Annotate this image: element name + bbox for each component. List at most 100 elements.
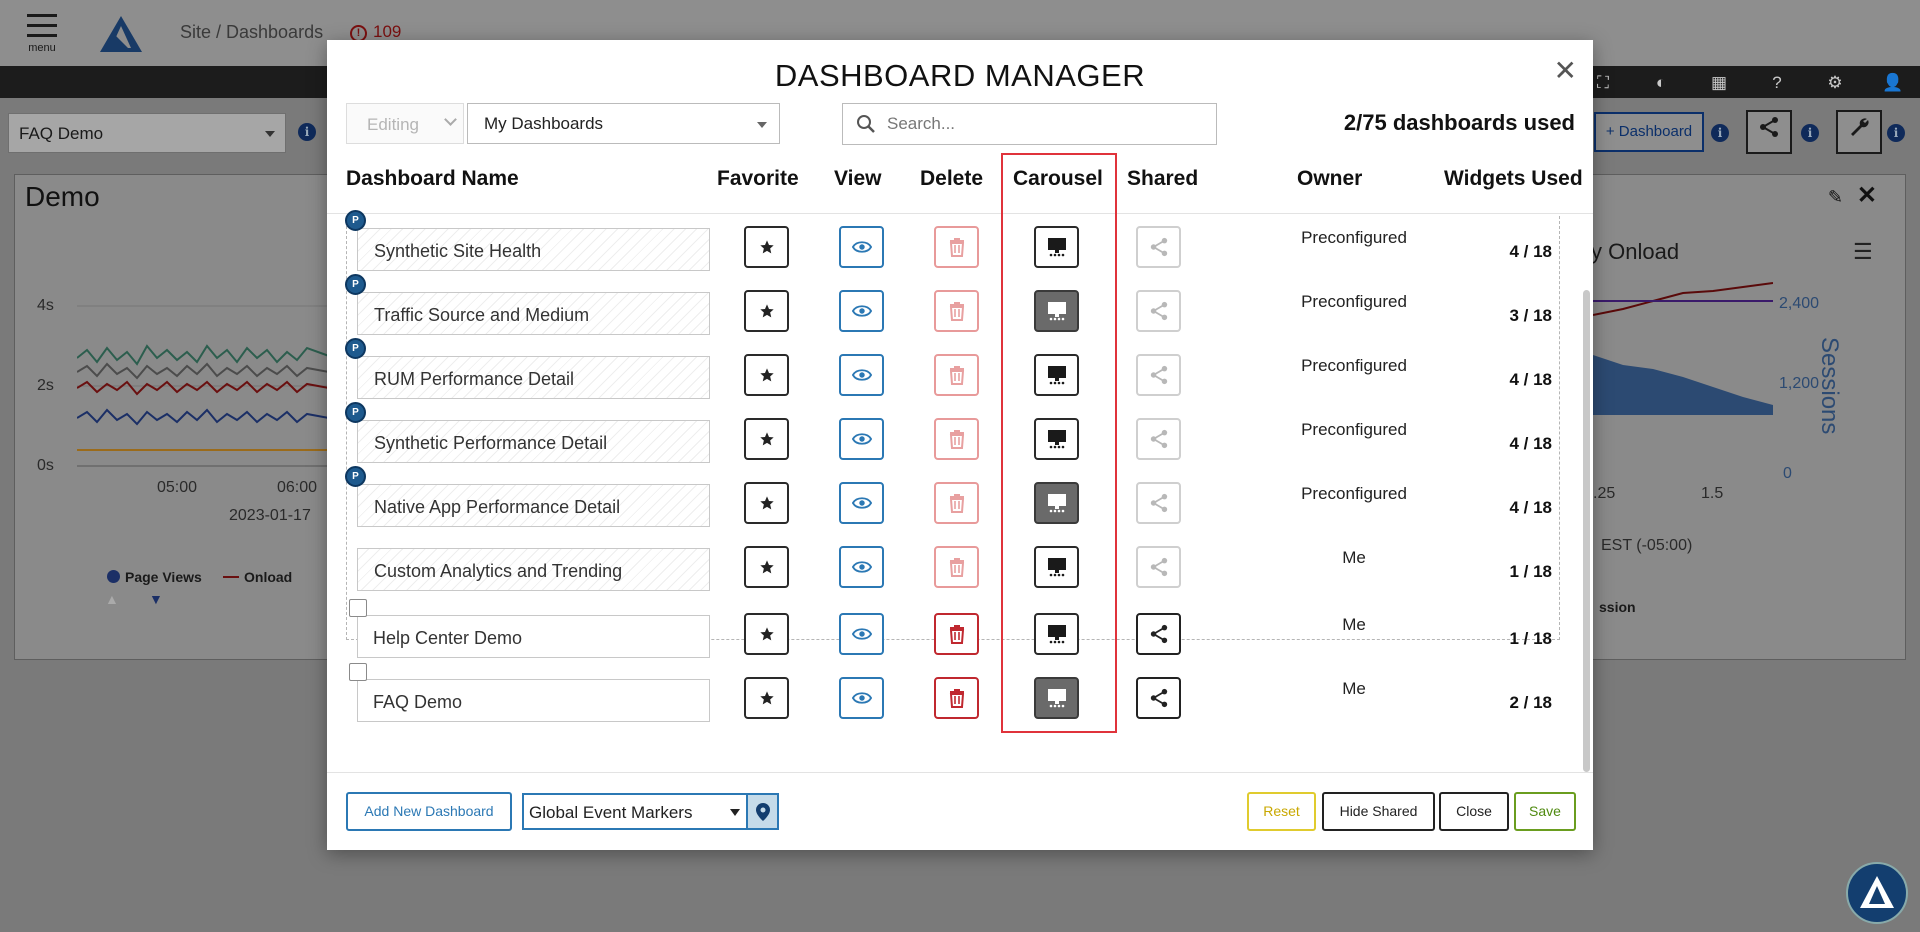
help-icon[interactable]: ? (1768, 74, 1786, 92)
fullscreen-icon[interactable]: ⛶ (1594, 74, 1612, 92)
view-button[interactable] (839, 418, 884, 460)
favorite-button[interactable] (744, 546, 789, 588)
share-icon (1149, 429, 1169, 449)
close-icon[interactable]: ✕ (1554, 54, 1577, 87)
favorite-button[interactable] (744, 354, 789, 396)
view-button[interactable] (839, 290, 884, 332)
mode-select[interactable]: Editing (346, 103, 464, 144)
event-markers-select[interactable]: Global Event Markers (522, 793, 746, 830)
share-button[interactable] (1136, 546, 1181, 588)
alert-count: 109 (373, 22, 402, 41)
help-widget-button[interactable] (1846, 862, 1908, 924)
add-dashboard-button[interactable]: + Dashboard (1594, 112, 1704, 152)
favorite-button[interactable] (744, 226, 789, 268)
share-button[interactable] (1136, 354, 1181, 396)
user-icon[interactable]: 👤 (1882, 74, 1903, 92)
delete-button[interactable] (934, 482, 979, 524)
favorite-button[interactable] (744, 418, 789, 460)
widgets-used-cell: 1 / 18 (1509, 629, 1552, 648)
trash-icon (948, 624, 966, 644)
share-icon (1760, 117, 1778, 137)
triangle-down-icon[interactable]: ▼ (149, 591, 163, 607)
share-button[interactable] (1136, 613, 1181, 655)
dashboard-filter-select[interactable]: My Dashboards (467, 103, 780, 144)
dashboard-name-field[interactable]: Help Center Demo (357, 615, 710, 658)
share-button[interactable] (1136, 482, 1181, 524)
trash-icon (948, 557, 966, 577)
axis-label: Sessions (1816, 337, 1843, 435)
reset-button[interactable]: Reset (1247, 792, 1316, 831)
view-button[interactable] (839, 226, 884, 268)
search-field[interactable] (842, 103, 1217, 145)
add-new-dashboard-button[interactable]: Add New Dashboard (346, 792, 512, 831)
delete-button[interactable] (934, 677, 979, 719)
grid-icon[interactable]: ▦ (1710, 74, 1728, 92)
map-pin-icon (755, 802, 770, 821)
y-tick-label: 4s (37, 297, 54, 314)
delete-button[interactable] (934, 613, 979, 655)
widgets-used-cell: 4 / 18 (1509, 370, 1552, 389)
view-button[interactable] (839, 677, 884, 719)
edit-pencil-icon[interactable]: ✎ (1828, 187, 1843, 208)
favorite-button[interactable] (744, 290, 789, 332)
close-panel-icon[interactable]: ✕ (1857, 181, 1877, 210)
widgets-used-cell: 3 / 18 (1509, 306, 1552, 325)
legend-line-icon (223, 576, 239, 578)
delete-button[interactable] (934, 354, 979, 396)
panel-title: Demo (25, 181, 100, 212)
share-button[interactable] (1136, 226, 1181, 268)
share-button[interactable] (1136, 418, 1181, 460)
triangle-up-icon[interactable]: ▲ (105, 591, 119, 607)
delete-button[interactable] (934, 226, 979, 268)
info-icon[interactable]: i (298, 123, 316, 141)
x-tick-label: 05:00 (157, 479, 198, 496)
table-row: FAQ Demo Me 2 / 18 (327, 663, 1593, 722)
legend-item[interactable]: Page Views (107, 569, 202, 585)
favorite-button[interactable] (744, 677, 789, 719)
menu-button[interactable]: menu (22, 14, 62, 60)
chart-menu-icon[interactable]: ☰ (1853, 239, 1873, 265)
save-button[interactable]: Save (1514, 792, 1576, 831)
tools-button[interactable] (1836, 110, 1882, 154)
info-icon[interactable]: i (1801, 124, 1819, 142)
dashboard-name-field[interactable]: FAQ Demo (357, 679, 710, 722)
view-button[interactable] (839, 482, 884, 524)
delete-button[interactable] (934, 546, 979, 588)
contrast-icon[interactable]: ◐ (1652, 74, 1670, 92)
dashboard-usage: 2/75 dashboards used (1343, 110, 1575, 135)
view-button[interactable] (839, 354, 884, 396)
share-button[interactable] (1136, 677, 1181, 719)
view-button[interactable] (839, 613, 884, 655)
row-select-checkbox[interactable] (349, 663, 367, 681)
share-icon (1149, 624, 1169, 644)
favorite-button[interactable] (744, 482, 789, 524)
alert-indicator[interactable]: ! 109 (350, 22, 401, 42)
brand-logo-icon (1860, 876, 1894, 908)
share-icon (1149, 688, 1169, 708)
breadcrumb[interactable]: Site / Dashboards (180, 22, 323, 43)
info-icon[interactable]: i (1711, 124, 1729, 142)
settings-gear-icon[interactable]: ⚙ (1826, 74, 1844, 92)
row-select-checkbox[interactable] (349, 599, 367, 617)
event-markers-value: Global Event Markers (529, 803, 693, 822)
eye-icon (851, 304, 872, 318)
legend-label: Page Views (125, 569, 202, 585)
delete-button[interactable] (934, 290, 979, 332)
search-input[interactable] (887, 112, 1197, 136)
preconfigured-badge: P (345, 466, 366, 487)
column-header-name: Dashboard Name (346, 167, 519, 190)
y-tick-label: 2,400 (1779, 295, 1820, 312)
info-icon[interactable]: i (1887, 124, 1905, 142)
legend-item[interactable]: Onload (223, 569, 292, 585)
hide-shared-button[interactable]: Hide Shared (1322, 792, 1435, 831)
share-button[interactable] (1136, 290, 1181, 332)
y-tick-label: 1,200 (1779, 375, 1820, 392)
eye-icon (851, 560, 872, 574)
dashboard-select[interactable]: FAQ Demo (8, 113, 286, 153)
view-button[interactable] (839, 546, 884, 588)
close-button[interactable]: Close (1439, 792, 1509, 831)
favorite-button[interactable] (744, 613, 789, 655)
delete-button[interactable] (934, 418, 979, 460)
share-dashboard-button[interactable] (1746, 110, 1792, 154)
event-marker-button[interactable] (746, 793, 779, 830)
